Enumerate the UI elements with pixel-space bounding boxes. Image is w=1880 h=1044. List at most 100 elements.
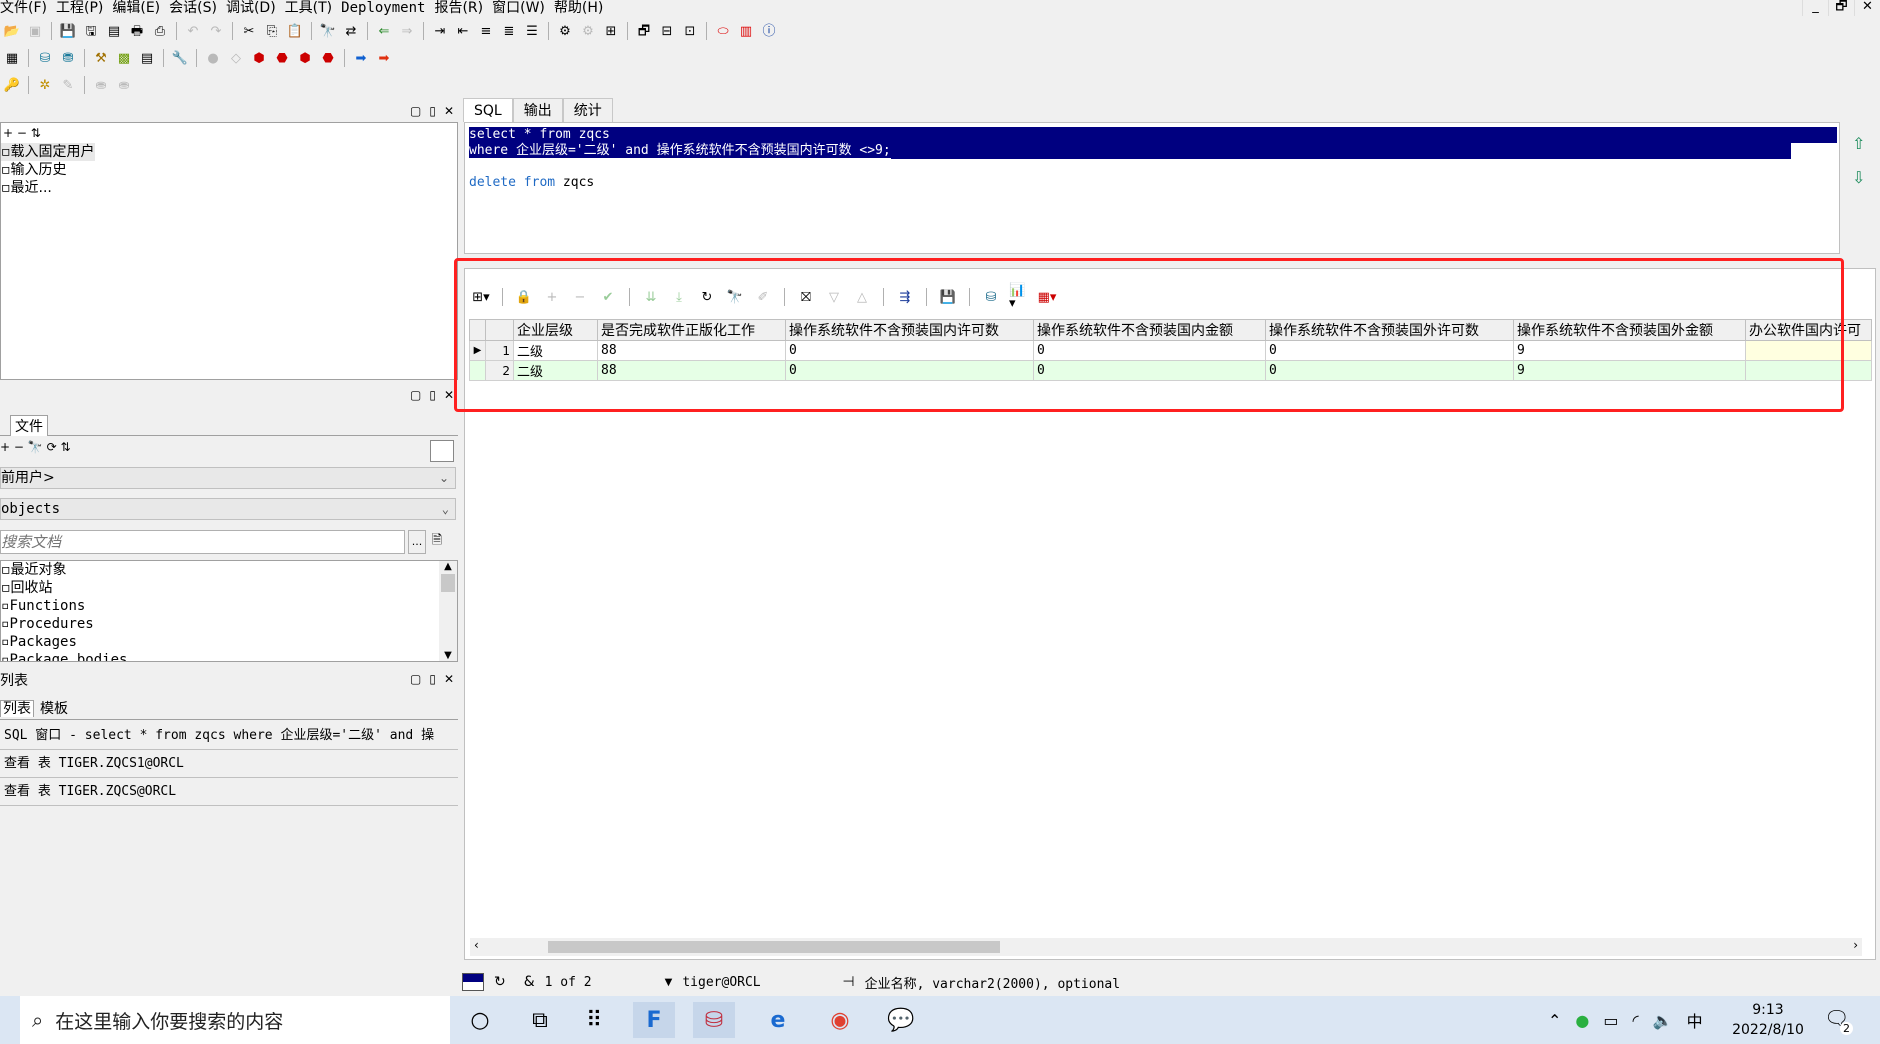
tree-item-package-bodies[interactable]: ▫Package bodies (1, 651, 457, 661)
table-row[interactable]: ▶ 1 二级 88 0 0 0 9 (469, 340, 1872, 361)
panel-close-icon[interactable]: ✕ (444, 104, 454, 118)
refresh-icon[interactable]: ↻ (697, 287, 717, 307)
log-on-icon[interactable]: ⛁ (35, 48, 55, 68)
commit-icon[interactable]: ⬢ (249, 48, 269, 68)
wechat-tray-icon[interactable]: ● (1575, 1011, 1589, 1030)
fetch-next-icon[interactable]: ⇊ (641, 287, 661, 307)
app-f-icon[interactable]: F (633, 1002, 675, 1038)
panel-minimize-icon[interactable]: ▢ (410, 388, 421, 402)
menu-deployment[interactable]: Deployment (341, 0, 434, 16)
minimize-button[interactable]: _ (1802, 0, 1828, 16)
column-header[interactable]: 操作系统软件不含预装国内金额 (1033, 319, 1266, 341)
print-setup-icon[interactable]: ⎙ (150, 21, 170, 41)
fetch-all-icon[interactable]: ▤ (137, 48, 157, 68)
close-button[interactable]: ✕ (1854, 0, 1880, 16)
find-icon[interactable]: 🔭 (725, 287, 745, 307)
pencil-icon[interactable]: ✎ (58, 75, 78, 95)
menu-project[interactable]: 工程(P) (56, 0, 112, 16)
table-row[interactable]: 2 二级 88 0 0 0 9 (469, 360, 1872, 381)
add-icon[interactable]: + (0, 440, 10, 454)
dropdown-icon[interactable]: ▼ (665, 977, 673, 988)
compile-icon[interactable]: ⚙ (555, 21, 575, 41)
scroll-right-icon[interactable]: › (1853, 938, 1858, 952)
panel-pin-icon[interactable]: ▯ (429, 104, 436, 118)
table-cell[interactable]: 9 (1513, 360, 1746, 381)
wechat-icon[interactable]: 💬 (880, 1002, 922, 1038)
user-combo[interactable]: 前用户> ⌄ (0, 467, 456, 489)
table-cell[interactable]: 9 (1513, 340, 1746, 361)
tree-item-packages[interactable]: ▫Packages (1, 633, 457, 651)
save-icon[interactable]: 💾 (938, 287, 958, 307)
refresh-icon[interactable]: ↻ (494, 974, 506, 990)
battery-icon[interactable]: ▭ (1603, 1011, 1618, 1030)
plsql-developer-icon[interactable]: ⛁ (693, 1002, 735, 1038)
find-icon[interactable]: 🔭 (28, 440, 43, 454)
menu-tools[interactable]: 工具(T) (285, 0, 341, 16)
stamp2-icon[interactable]: ⛂ (114, 75, 134, 95)
oracle-icon[interactable]: ⬭ (713, 21, 733, 41)
grid-view-icon[interactable]: ⊞▾ (471, 287, 491, 307)
save-all-icon[interactable]: ▤ (104, 21, 124, 41)
table-cell[interactable]: 0 (1265, 340, 1514, 361)
tab-output[interactable]: 输出 (512, 98, 563, 122)
uncomment-icon[interactable]: ≣ (499, 21, 519, 41)
format-icon[interactable]: ☰ (522, 21, 542, 41)
edge-browser-icon[interactable]: e (757, 1002, 799, 1038)
explain-plan-icon[interactable]: ⊞ (601, 21, 621, 41)
tree-item-recycle-bin[interactable]: ▫回收站 (1, 579, 457, 597)
panel-pin-icon[interactable]: ▯ (429, 672, 436, 686)
paste-icon[interactable]: 📋 (285, 21, 305, 41)
refresh-icon[interactable]: ⟳ (47, 440, 57, 454)
wrench-icon[interactable]: 🔧 (170, 48, 190, 68)
post-changes-icon[interactable]: ✔ (598, 287, 618, 307)
go-back-icon[interactable]: ⇐ (374, 21, 394, 41)
navigate-down-icon[interactable]: ⇩ (1852, 168, 1865, 187)
menu-session[interactable]: 会话(S) (169, 0, 226, 16)
gear-icon[interactable]: ✲ (35, 75, 55, 95)
clear-icon[interactable]: ✐ (753, 287, 773, 307)
tree-item-fixed-users[interactable]: ▫载入固定用户 (1, 143, 95, 161)
table-cell[interactable] (1745, 360, 1872, 381)
navigate-up-icon[interactable]: ⇧ (1852, 134, 1865, 153)
table-cell[interactable]: 88 (597, 360, 786, 381)
tree-item-input-history[interactable]: ▫输入历史 (1, 161, 457, 179)
tree-item-procedures[interactable]: ▫Procedures (1, 615, 457, 633)
cut-icon[interactable]: ✂ (239, 21, 259, 41)
volume-icon[interactable]: 🔈 (1653, 1011, 1673, 1030)
new-window-icon[interactable]: ▦ (2, 48, 22, 68)
find-icon[interactable]: 🔭 (318, 21, 338, 41)
scroll-left-icon[interactable]: ‹ (474, 938, 479, 952)
delete-record-icon[interactable]: − (570, 287, 590, 307)
list-item[interactable]: 查看 表 TIGER.ZQCS@ORCL (0, 778, 458, 806)
execute-icon[interactable]: ⚒ (91, 48, 111, 68)
apps-grid-icon[interactable]: ⠿ (573, 1002, 615, 1038)
table-cell[interactable]: 0 (1033, 360, 1266, 381)
filter-checkbox[interactable] (430, 440, 454, 462)
table-cell[interactable]: 0 (1033, 340, 1266, 361)
table-cell[interactable]: 0 (785, 360, 1034, 381)
window-cascade-icon[interactable]: 🗗 (634, 21, 654, 41)
save-as-icon[interactable]: 🖫 (81, 21, 101, 41)
table-cell[interactable]: 0 (1265, 360, 1514, 381)
fetch-last-icon[interactable]: ⤓ (669, 287, 689, 307)
table-export-icon[interactable]: ▦▾ (1037, 287, 1057, 307)
menu-file[interactable]: 文件(F) (0, 0, 56, 16)
tree-item-recent[interactable]: ▫最近... (1, 179, 457, 197)
comment-icon[interactable]: ≡ (476, 21, 496, 41)
save-icon[interactable]: 💾 (58, 21, 78, 41)
pdf-icon[interactable]: ▥ (736, 21, 756, 41)
taskbar-search-box[interactable]: ⌕ 在这里输入你要搜索的内容 (20, 996, 450, 1044)
sql-editor[interactable]: select * from zqcs where 企业层级='二级' and 操… (464, 122, 1840, 254)
tab-sql[interactable]: SQL (463, 98, 513, 122)
list-item[interactable]: SQL 窗口 - select * from zqcs where 企业层级='… (0, 722, 458, 750)
debug-step-icon[interactable]: ◇ (226, 48, 246, 68)
table-cell[interactable]: 88 (597, 340, 786, 361)
column-header[interactable]: 操作系统软件不含预装国外许可数 (1265, 319, 1514, 341)
redo-icon[interactable]: ↷ (206, 21, 226, 41)
tab-files[interactable]: 文件 (10, 415, 48, 436)
clock[interactable]: 9:13 2022/8/10 (1728, 1000, 1808, 1040)
task-view-icon[interactable]: ⧉ (519, 1002, 561, 1038)
column-header[interactable]: 操作系统软件不含预装国内许可数 (785, 319, 1034, 341)
chrome-browser-icon[interactable]: ◉ (819, 1002, 861, 1038)
column-header[interactable]: 企业层级 (513, 319, 598, 341)
